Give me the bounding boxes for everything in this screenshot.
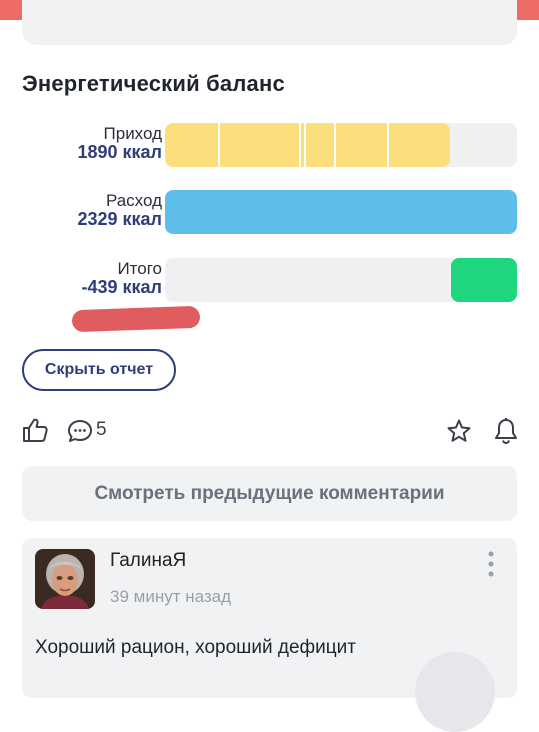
income-track xyxy=(165,123,517,167)
view-previous-comments-button[interactable]: Смотреть предыдущие комментарии xyxy=(22,466,517,521)
expense-row: Расход 2329 ккал xyxy=(22,190,517,236)
income-label: Приход xyxy=(103,124,162,143)
total-value: -439 ккал xyxy=(81,277,163,297)
segment-divider xyxy=(334,123,336,167)
bell-icon[interactable] xyxy=(493,417,519,445)
expense-label: Расход xyxy=(105,191,162,210)
comment-time: 39 минут назад xyxy=(110,587,232,606)
comment-text: Хороший рацион, хороший дефицит xyxy=(35,637,356,658)
total-label: Итого xyxy=(117,259,162,278)
comment-author[interactable]: ГалинаЯ xyxy=(110,550,186,572)
avatar[interactable] xyxy=(35,549,95,609)
expense-value: 2329 ккал xyxy=(77,209,162,229)
like-icon[interactable] xyxy=(22,417,48,443)
total-track xyxy=(165,258,517,302)
segment-divider xyxy=(218,123,220,167)
more-options-icon[interactable] xyxy=(486,550,496,580)
hide-report-button[interactable]: Скрыть отчет xyxy=(22,349,176,391)
comment-icon[interactable] xyxy=(67,418,93,444)
expense-bar xyxy=(165,190,517,234)
section-title: Энергетический баланс xyxy=(22,71,285,96)
floating-circle-button[interactable] xyxy=(415,652,495,732)
segment-divider xyxy=(299,123,301,167)
income-bar xyxy=(165,123,451,167)
segment-divider xyxy=(387,123,389,167)
comment-count: 5 xyxy=(96,419,107,440)
expense-track xyxy=(165,190,517,234)
total-bar xyxy=(450,258,517,302)
total-row: Итого -439 ккал xyxy=(22,258,517,304)
income-row: Приход 1890 ккал xyxy=(22,123,517,169)
star-icon[interactable] xyxy=(446,418,472,444)
income-value: 1890 ккал xyxy=(77,142,162,162)
segment-divider xyxy=(304,123,306,167)
red-highlight-mark xyxy=(71,305,201,333)
previous-card xyxy=(22,0,517,45)
